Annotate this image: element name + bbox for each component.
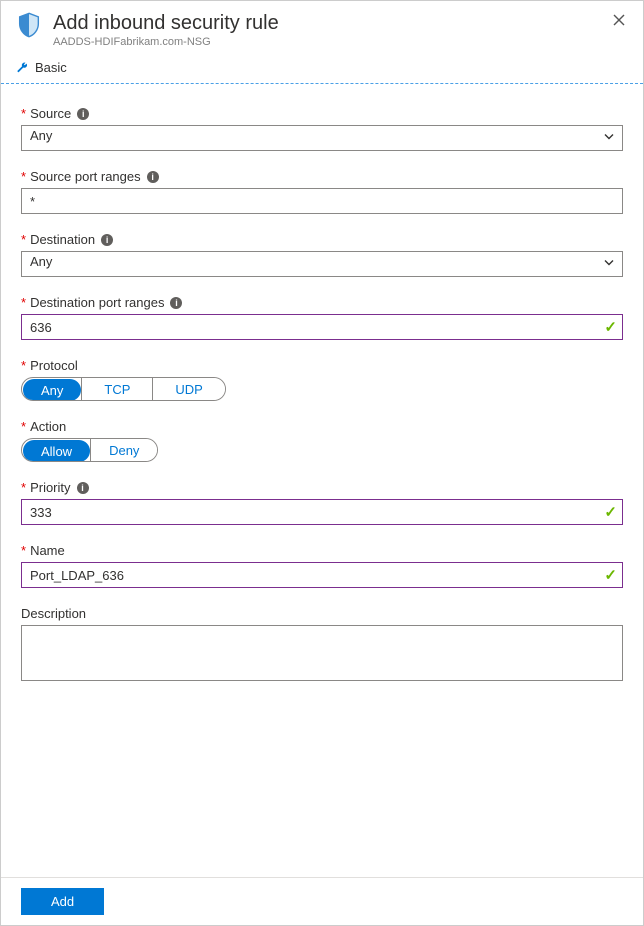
panel-header: Add inbound security rule AADDS-HDIFabri… [1, 1, 643, 54]
protocol-toggle: Any TCP UDP [21, 377, 226, 401]
field-action: * Action Allow Deny [21, 419, 623, 462]
action-allow[interactable]: Allow [23, 440, 90, 462]
description-textarea[interactable] [21, 625, 623, 681]
field-priority: * Priority i ✓ [21, 480, 623, 525]
required-marker: * [21, 169, 26, 184]
field-name: * Name ✓ [21, 543, 623, 588]
page-title: Add inbound security rule [53, 11, 279, 35]
page-subtitle: AADDS-HDIFabrikam.com-NSG [53, 36, 279, 48]
label-name: Name [30, 543, 65, 558]
wrench-icon [15, 61, 29, 75]
footer: Add [1, 877, 643, 925]
required-marker: * [21, 358, 26, 373]
required-marker: * [21, 543, 26, 558]
priority-input[interactable] [21, 499, 623, 525]
label-source: Source [30, 106, 71, 121]
action-deny[interactable]: Deny [90, 439, 157, 461]
field-source: * Source i Any [21, 106, 623, 151]
field-destination: * Destination i Any [21, 232, 623, 277]
field-protocol: * Protocol Any TCP UDP [21, 358, 623, 401]
protocol-udp[interactable]: UDP [152, 378, 224, 400]
close-icon [613, 14, 625, 26]
required-marker: * [21, 480, 26, 495]
label-protocol: Protocol [30, 358, 78, 373]
field-source-port: * Source port ranges i [21, 169, 623, 214]
destination-select[interactable]: Any [21, 251, 623, 277]
toolbar: Basic [1, 54, 643, 84]
protocol-any[interactable]: Any [23, 379, 81, 401]
form: * Source i Any * Source port ranges i * … [1, 84, 643, 712]
info-icon[interactable]: i [77, 482, 89, 494]
shield-icon [15, 11, 43, 39]
basic-toggle[interactable]: Basic [35, 60, 67, 75]
field-description: Description [21, 606, 623, 684]
required-marker: * [21, 232, 26, 247]
info-icon[interactable]: i [77, 108, 89, 120]
add-button[interactable]: Add [21, 888, 104, 915]
label-action: Action [30, 419, 66, 434]
field-dest-port: * Destination port ranges i ✓ [21, 295, 623, 340]
required-marker: * [21, 419, 26, 434]
label-description: Description [21, 606, 86, 621]
source-select[interactable]: Any [21, 125, 623, 151]
protocol-tcp[interactable]: TCP [81, 378, 152, 400]
dest-port-input[interactable] [21, 314, 623, 340]
label-dest-port: Destination port ranges [30, 295, 164, 310]
close-button[interactable] [609, 11, 629, 33]
required-marker: * [21, 106, 26, 121]
info-icon[interactable]: i [101, 234, 113, 246]
label-destination: Destination [30, 232, 95, 247]
name-input[interactable] [21, 562, 623, 588]
action-toggle: Allow Deny [21, 438, 158, 462]
label-source-port: Source port ranges [30, 169, 141, 184]
source-port-input[interactable] [21, 188, 623, 214]
info-icon[interactable]: i [147, 171, 159, 183]
required-marker: * [21, 295, 26, 310]
label-priority: Priority [30, 480, 70, 495]
info-icon[interactable]: i [170, 297, 182, 309]
